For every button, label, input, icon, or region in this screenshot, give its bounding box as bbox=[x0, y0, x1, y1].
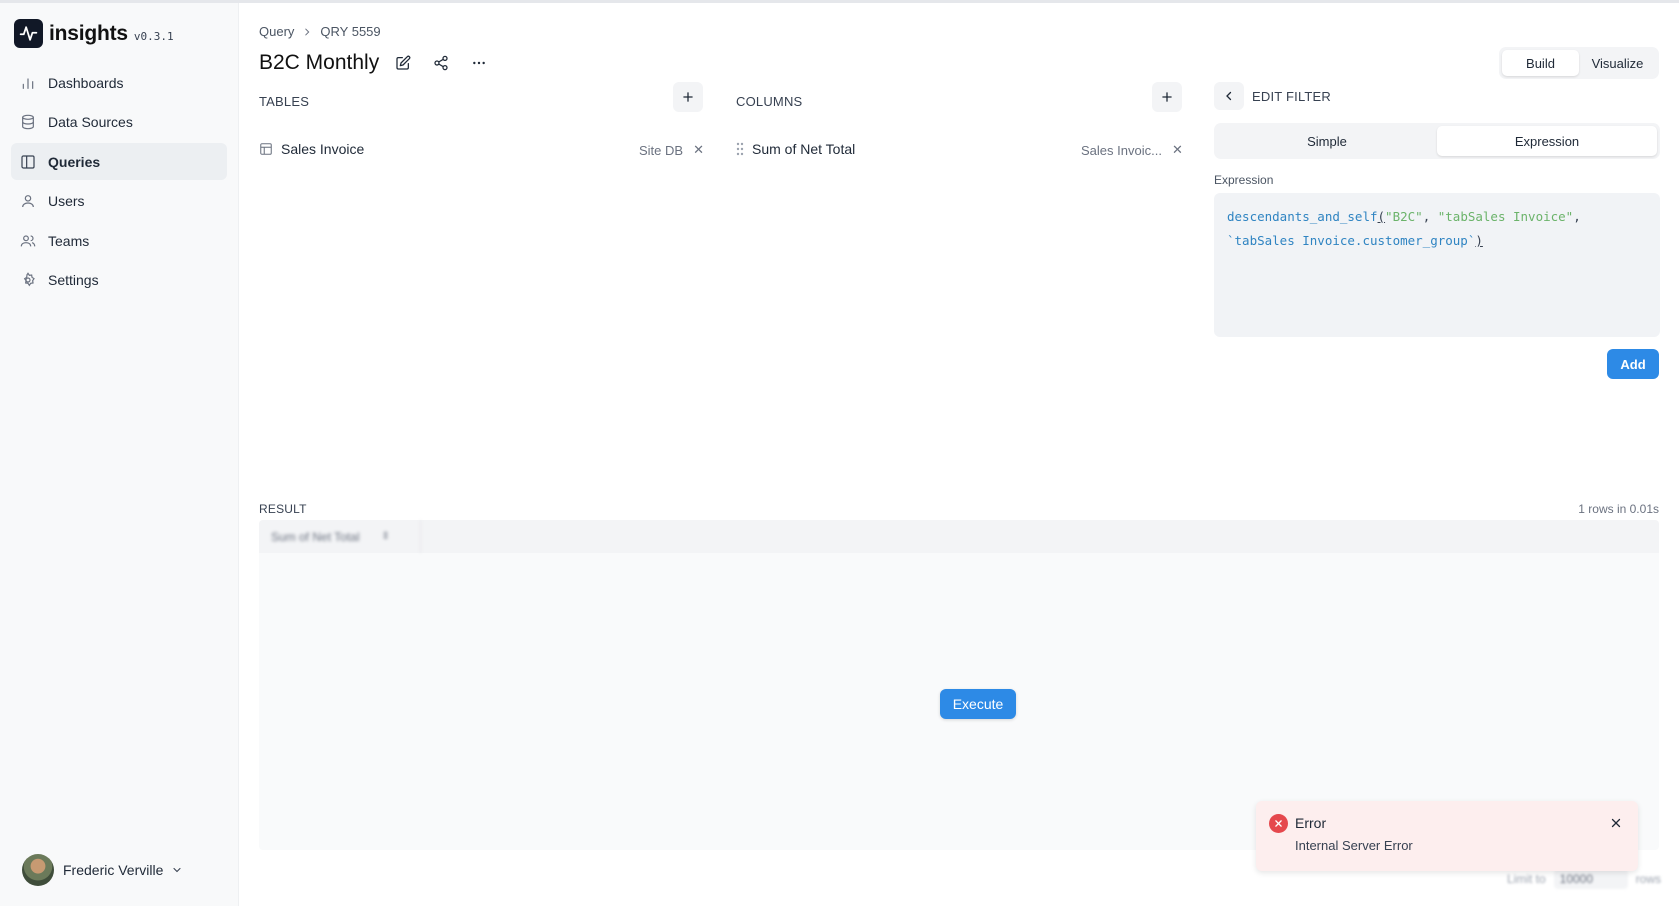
expression-label: Expression bbox=[1214, 173, 1274, 187]
view-toggle: Build Visualize bbox=[1499, 47, 1659, 79]
expression-editor[interactable]: descendants_and_self("B2C", "tabSales In… bbox=[1214, 193, 1660, 337]
sidebar-item-teams[interactable]: Teams bbox=[11, 222, 227, 259]
add-filter-button[interactable]: Add bbox=[1607, 349, 1659, 379]
result-column-label: Sum of Net Total bbox=[271, 529, 360, 544]
table-row[interactable]: Sales Invoice bbox=[259, 138, 364, 160]
user-icon bbox=[22, 195, 34, 208]
table-source: Site DB ✕ bbox=[639, 142, 704, 158]
edit-title-button[interactable] bbox=[389, 49, 417, 77]
visualize-tab[interactable]: Visualize bbox=[1579, 50, 1656, 76]
plus-icon bbox=[1162, 92, 1172, 102]
remove-column-icon[interactable]: ✕ bbox=[1172, 142, 1183, 158]
table-source-label: Site DB bbox=[639, 142, 684, 158]
result-column-header[interactable]: Sum of Net Total ⇕ bbox=[259, 520, 421, 553]
limit-input[interactable]: 10000 bbox=[1553, 869, 1628, 889]
expression-function: descendants_and_self bbox=[1227, 209, 1378, 224]
sidebar-item-label: Data Sources bbox=[48, 114, 133, 130]
limit-prefix: Limit to bbox=[1506, 872, 1546, 886]
sidebar: insights v0.3.1 Dashboards Data Sources … bbox=[0, 3, 239, 906]
result-meta: 1 rows in 0.01s bbox=[1578, 502, 1659, 516]
more-options-button[interactable] bbox=[465, 49, 493, 77]
gear-icon bbox=[23, 272, 35, 287]
breadcrumb-query[interactable]: Query bbox=[259, 24, 294, 39]
filter-back-button[interactable] bbox=[1214, 82, 1244, 110]
error-icon bbox=[1269, 814, 1288, 833]
expression-arg-3: `tabSales Invoice.customer_group` bbox=[1227, 233, 1476, 248]
title-row: B2C Monthly bbox=[259, 49, 493, 77]
share-button[interactable] bbox=[427, 49, 455, 77]
column-name: Sum of Net Total bbox=[752, 141, 856, 157]
share-icon bbox=[434, 55, 448, 71]
build-tab[interactable]: Build bbox=[1502, 50, 1579, 76]
close-toast-button[interactable] bbox=[1608, 815, 1624, 831]
sidebar-item-queries[interactable]: Queries bbox=[11, 143, 227, 180]
main-content: Query QRY 5559 B2C Monthly Build Visuali… bbox=[240, 3, 1679, 906]
expression-arg-2: "tabSales Invoice" bbox=[1437, 209, 1574, 224]
database-icon bbox=[22, 114, 34, 130]
users-icon bbox=[20, 234, 36, 246]
drag-handle-icon[interactable] bbox=[735, 142, 745, 156]
add-table-button[interactable] bbox=[673, 82, 703, 112]
expression-arg-1: "B2C" bbox=[1385, 209, 1423, 224]
remove-table-icon[interactable]: ✕ bbox=[693, 142, 704, 158]
add-column-button[interactable] bbox=[1152, 82, 1182, 112]
column-table-label: Sales Invoic... bbox=[1081, 142, 1162, 158]
activity-logo-icon bbox=[14, 19, 43, 48]
brand[interactable]: insights v0.3.1 bbox=[14, 19, 174, 48]
sidebar-item-label: Users bbox=[48, 193, 85, 209]
bar-chart-icon bbox=[22, 77, 34, 89]
sidebar-item-users[interactable]: Users bbox=[11, 183, 227, 220]
execute-button[interactable]: Execute bbox=[940, 689, 1016, 719]
user-menu[interactable]: Frederic Verville bbox=[22, 854, 183, 886]
toast-message: Internal Server Error bbox=[1295, 838, 1413, 853]
chevron-left-icon bbox=[1226, 91, 1232, 101]
sidebar-item-label: Dashboards bbox=[48, 74, 124, 91]
edit-filter-title: EDIT FILTER bbox=[1252, 89, 1332, 104]
columns-icon bbox=[21, 154, 35, 169]
table-name: Sales Invoice bbox=[281, 141, 365, 157]
error-toast: Error Internal Server Error bbox=[1256, 801, 1638, 871]
close-icon bbox=[1611, 818, 1621, 828]
app-name: insights bbox=[49, 21, 128, 45]
sidebar-item-dashboards[interactable]: Dashboards bbox=[11, 64, 227, 101]
columns-label: COLUMNS bbox=[736, 94, 803, 109]
app-version: v0.3.1 bbox=[133, 30, 174, 43]
tab-expression[interactable]: Expression bbox=[1437, 126, 1657, 156]
limit-row: Limit to 10000 rows bbox=[1507, 869, 1661, 889]
page-title: B2C Monthly bbox=[259, 51, 380, 74]
column-table: Sales Invoic... ✕ bbox=[1081, 142, 1183, 158]
sort-icon: ⇕ bbox=[381, 531, 390, 542]
avatar bbox=[22, 854, 54, 886]
edit-icon bbox=[396, 55, 411, 70]
sidebar-item-label: Settings bbox=[48, 272, 99, 288]
sidebar-item-label: Queries bbox=[48, 153, 101, 170]
breadcrumb-query-id[interactable]: QRY 5559 bbox=[320, 24, 380, 39]
limit-suffix: rows bbox=[1635, 872, 1661, 886]
tab-simple[interactable]: Simple bbox=[1217, 126, 1437, 156]
toast-title: Error bbox=[1295, 815, 1327, 831]
user-name: Frederic Verville bbox=[63, 862, 164, 878]
sidebar-item-data-sources[interactable]: Data Sources bbox=[11, 104, 227, 141]
chevron-down-icon bbox=[173, 867, 181, 873]
tables-label: TABLES bbox=[259, 94, 310, 109]
plus-icon bbox=[683, 92, 693, 102]
table-icon bbox=[260, 143, 272, 155]
more-horizontal-icon bbox=[473, 61, 486, 65]
breadcrumb: Query QRY 5559 bbox=[259, 24, 381, 39]
filter-mode-tabs: Simple Expression bbox=[1214, 123, 1660, 159]
sidebar-item-settings[interactable]: Settings bbox=[11, 262, 227, 299]
sidebar-nav: Dashboards Data Sources Queries Users Te… bbox=[11, 64, 227, 301]
result-header: Sum of Net Total ⇕ bbox=[259, 520, 1659, 553]
result-label: RESULT bbox=[259, 502, 307, 516]
sidebar-item-label: Teams bbox=[48, 232, 90, 249]
column-row[interactable]: Sum of Net Total bbox=[735, 138, 855, 160]
chevron-right-icon bbox=[305, 28, 310, 35]
